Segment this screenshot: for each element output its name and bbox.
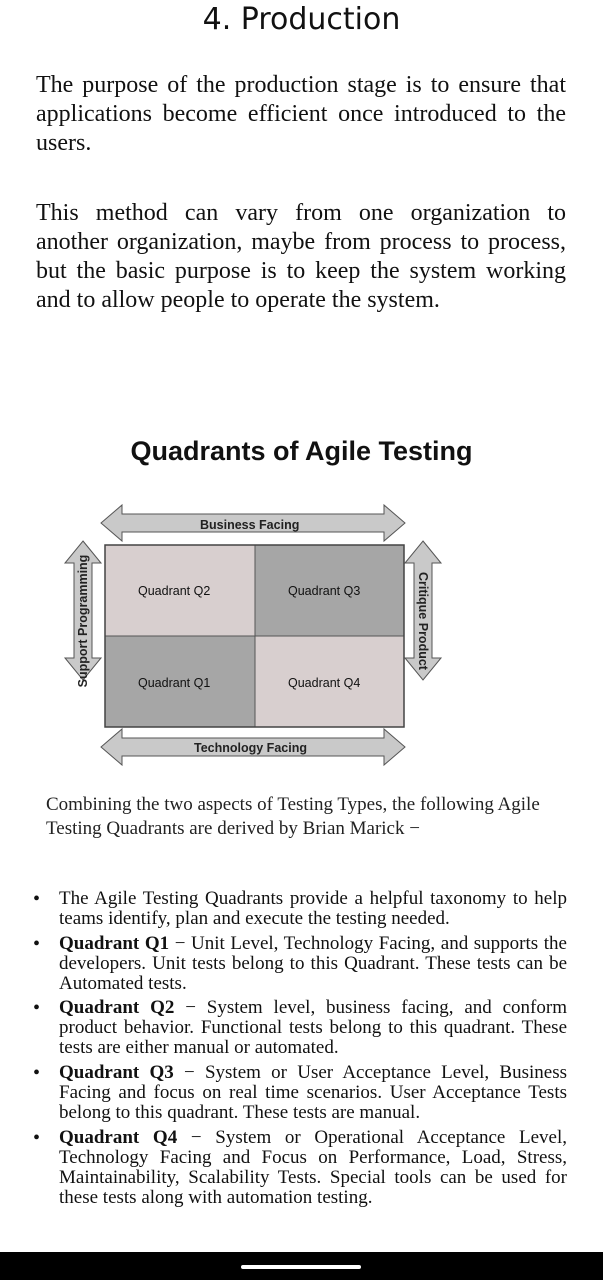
- list-item: Quadrant Q1 − Unit Level, Technology Fac…: [33, 933, 567, 994]
- list-item: Quadrant Q2 − System level, business fac…: [33, 997, 567, 1058]
- business-facing-label: Business Facing: [200, 518, 300, 532]
- quadrant-q4-label: Quadrant Q4: [288, 676, 361, 690]
- system-navigation-bar: [0, 1252, 603, 1280]
- technology-facing-label: Technology Facing: [194, 741, 307, 755]
- section-heading: 4. Production: [202, 2, 401, 37]
- quadrant-q1-label: Quadrant Q1: [138, 676, 211, 690]
- quadrant-bullet-list: The Agile Testing Quadrants provide a he…: [33, 888, 567, 1212]
- bullet-bold: Quadrant Q1: [59, 933, 170, 954]
- support-programming-label: Support Programming: [76, 554, 90, 688]
- quadrant-q3-label: Quadrant Q3: [288, 584, 361, 598]
- paragraph-method: This method can vary from one organizati…: [36, 200, 566, 313]
- bullet-text: The Agile Testing Quadrants provide a he…: [59, 888, 567, 929]
- bullet-bold: Quadrant Q4: [59, 1127, 178, 1148]
- diagram-title: Quadrants of Agile Testing: [130, 436, 473, 466]
- bullet-bold: Quadrant Q3: [59, 1062, 174, 1083]
- agile-quadrants-diagram: Business Facing Technology Facing Quadra…: [0, 500, 603, 770]
- list-item: Quadrant Q3 − System or User Acceptance …: [33, 1062, 567, 1123]
- critique-product-label: Critique Product: [416, 572, 430, 670]
- list-item: Quadrant Q4 − System or Operational Acce…: [33, 1127, 567, 1208]
- quadrant-q2-label: Quadrant Q2: [138, 584, 211, 598]
- paragraph-purpose: The purpose of the production stage is t…: [36, 72, 566, 156]
- bullet-bold: Quadrant Q2: [59, 997, 175, 1018]
- list-item: The Agile Testing Quadrants provide a he…: [33, 888, 567, 929]
- home-gesture-handle[interactable]: [241, 1265, 361, 1269]
- diagram-caption: Combining the two aspects of Testing Typ…: [46, 794, 540, 839]
